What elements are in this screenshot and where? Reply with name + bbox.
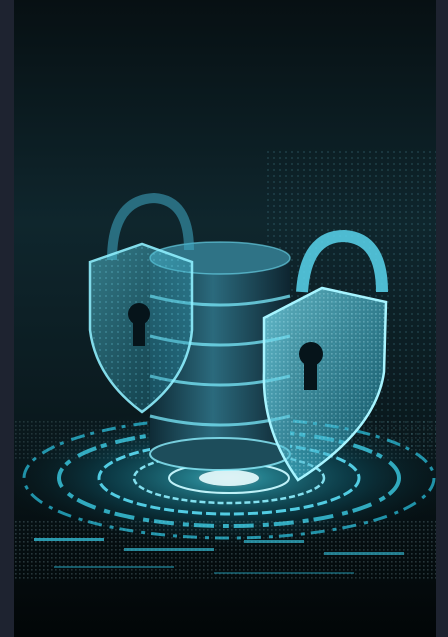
image-frame — [0, 0, 448, 637]
illustration-canvas — [14, 0, 436, 637]
security-illustration — [14, 0, 436, 637]
